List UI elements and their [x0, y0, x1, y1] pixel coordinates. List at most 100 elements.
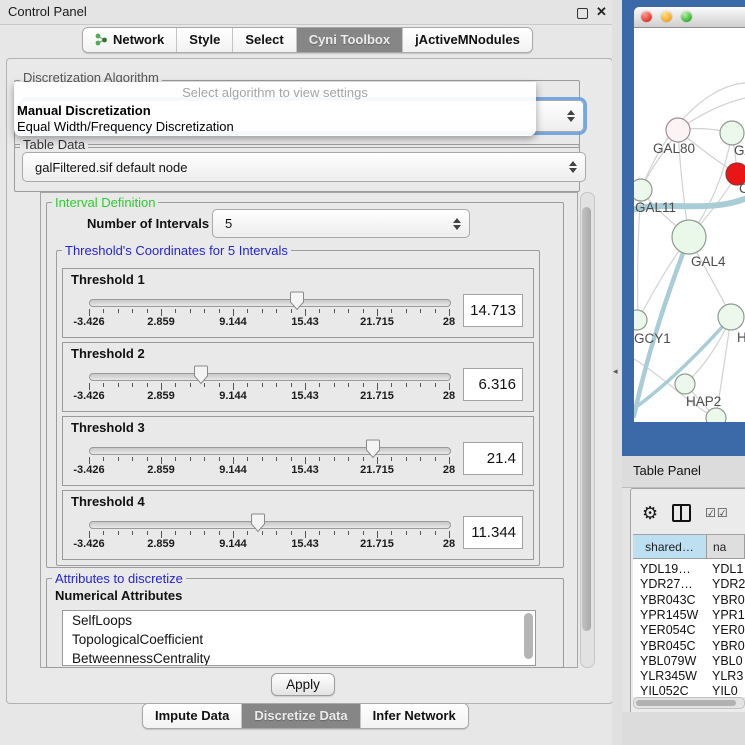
- table-row[interactable]: YIL052CYIL0: [633, 684, 745, 697]
- column-header-shared[interactable]: shared…: [633, 535, 707, 559]
- slider-tick: [420, 531, 421, 535]
- zoom-traffic-light-icon[interactable]: [681, 11, 692, 22]
- table-row[interactable]: YDR27…YDR2: [633, 577, 745, 592]
- window-title: Control Panel: [8, 4, 87, 19]
- main-scrollbar-thumb[interactable]: [582, 207, 591, 631]
- slider-thumb[interactable]: [289, 291, 305, 311]
- slider-tick: [435, 457, 436, 461]
- slider-thumb[interactable]: [365, 439, 381, 459]
- node-hap2[interactable]: [675, 374, 695, 394]
- cell-name: YLR3: [712, 669, 743, 683]
- threshold-value-field[interactable]: 11.344: [463, 516, 523, 549]
- cell-shared-name: YBL079W: [640, 654, 696, 668]
- slider-tick: [391, 309, 392, 313]
- gear-icon[interactable]: ⚙: [642, 504, 658, 522]
- column-header-name[interactable]: na: [707, 535, 745, 559]
- split-pane-icon[interactable]: [672, 504, 691, 522]
- tab-style[interactable]: Style: [177, 28, 233, 52]
- table-hscrollbar[interactable]: [633, 697, 745, 709]
- attributes-list[interactable]: SelfLoopsTopologicalCoefficientBetweenne…: [62, 610, 536, 666]
- table-row[interactable]: YLR345W YLR3: [633, 669, 745, 684]
- dropdown-option-equalwidth[interactable]: Equal Width/Frequency Discretization: [17, 119, 234, 134]
- threshold-label: Threshold 4: [71, 494, 145, 509]
- threshold-value-field[interactable]: 6.316: [463, 368, 523, 401]
- slider-thumb[interactable]: [193, 365, 209, 385]
- network-window-titlebar[interactable]: [634, 7, 745, 28]
- tab-jactivemnodules[interactable]: jActiveMNodules: [403, 28, 532, 52]
- table-row[interactable]: YDL19…YDL1: [633, 562, 745, 577]
- cell-name: YBL0: [712, 654, 743, 668]
- table-row[interactable]: YBL079W YBL0: [633, 654, 745, 669]
- slider-track[interactable]: [89, 521, 451, 529]
- tab-network[interactable]: Network: [83, 28, 177, 52]
- slider-tick: [363, 383, 364, 387]
- slider-track[interactable]: [89, 447, 451, 455]
- apply-button[interactable]: Apply: [271, 673, 335, 696]
- divider-collapse-icon[interactable]: ◂: [613, 366, 618, 377]
- network-nodes[interactable]: [634, 118, 745, 422]
- num-intervals-select[interactable]: 5: [212, 209, 470, 238]
- network-canvas[interactable]: GAL80GAL11GAL4GCY1HAP2GACH: [634, 28, 745, 422]
- node-label-gal80: GAL80: [653, 141, 695, 156]
- table-row[interactable]: YBR043CYBR0: [633, 593, 745, 608]
- node-table[interactable]: shared… na YDL19…YDL1YDR27…YDR2YBR043CYB…: [633, 534, 745, 697]
- slider-tick: [89, 383, 90, 390]
- table-hscrollbar-thumb[interactable]: [636, 700, 736, 706]
- threshold-value-field[interactable]: 21.4: [463, 442, 523, 475]
- attribute-item[interactable]: SelfLoops: [63, 611, 535, 630]
- threshold-panel-4: Threshold 4-3.4262.8599.14415.4321.71528…: [62, 490, 534, 560]
- slider-tick: [161, 383, 162, 390]
- cell-shared-name: YLR345W: [640, 669, 697, 683]
- checkbox-icons[interactable]: ☑☑: [705, 506, 729, 520]
- slider-tick: [305, 457, 306, 464]
- slider-tick: [391, 383, 392, 387]
- node-h[interactable]: [718, 304, 744, 330]
- tab-impute-data[interactable]: Impute Data: [143, 704, 242, 728]
- slider-tick: [219, 457, 220, 461]
- attribute-item[interactable]: TopologicalCoefficient: [63, 630, 535, 649]
- table-row[interactable]: YER054CYER0: [633, 623, 745, 638]
- table-row[interactable]: YPR145WYPR1: [633, 608, 745, 623]
- node-gal4[interactable]: [672, 220, 706, 254]
- float-window-icon[interactable]: [577, 8, 588, 19]
- numerical-attributes-title: Numerical Attributes: [52, 588, 185, 603]
- table-panel-title: Table Panel: [633, 463, 701, 478]
- tab-cyni-toolbox[interactable]: Cyni Toolbox: [297, 28, 403, 52]
- node-gcy1[interactable]: [634, 310, 647, 330]
- node-gal80[interactable]: [666, 118, 690, 142]
- slider-tick: [305, 531, 306, 538]
- cell-name: YDL1: [712, 562, 743, 576]
- slider-tick: [190, 383, 191, 387]
- slider-tick: [449, 383, 450, 390]
- dropdown-option-manual[interactable]: Manual Discretization: [17, 103, 151, 118]
- slider-tick: [334, 383, 335, 387]
- slider-thumb[interactable]: [250, 513, 266, 533]
- node-gal11[interactable]: [634, 179, 652, 201]
- node-green[interactable]: [720, 121, 744, 145]
- dropdown-placeholder-option[interactable]: Select algorithm to view settings: [14, 85, 536, 100]
- table-toolbar: ⚙ ☑☑: [634, 494, 745, 532]
- slider-tick: [175, 309, 176, 313]
- slider-track[interactable]: [89, 299, 451, 307]
- interval-definition-label: Interval Definition: [52, 195, 158, 210]
- slider-tick: [435, 383, 436, 387]
- minimize-traffic-light-icon[interactable]: [661, 11, 672, 22]
- slider-tick: [291, 531, 292, 535]
- threshold-value-field[interactable]: 14.713: [463, 294, 523, 327]
- control-panel-window: Control Panel ✕ NetworkStyleSelectCyni T…: [0, 0, 620, 745]
- node-bottom[interactable]: [706, 408, 726, 422]
- tab-discretize-data[interactable]: Discretize Data: [242, 704, 360, 728]
- slider-tick: [89, 309, 90, 316]
- close-icon[interactable]: ✕: [596, 4, 607, 20]
- tab-select[interactable]: Select: [233, 28, 296, 52]
- attribute-item[interactable]: BetweennessCentrality: [63, 649, 535, 666]
- table-data-label: Table Data: [20, 137, 88, 152]
- table-row[interactable]: YBR045CYBR0: [633, 639, 745, 654]
- slider-track[interactable]: [89, 373, 451, 381]
- table-data-select[interactable]: galFiltered.sif default node: [22, 152, 586, 182]
- slider-tick: [262, 383, 263, 387]
- tab-infer-network[interactable]: Infer Network: [361, 704, 468, 728]
- close-traffic-light-icon[interactable]: [641, 11, 652, 22]
- main-scrollbar[interactable]: [580, 192, 595, 668]
- attributes-list-scrollbar[interactable]: [524, 613, 533, 659]
